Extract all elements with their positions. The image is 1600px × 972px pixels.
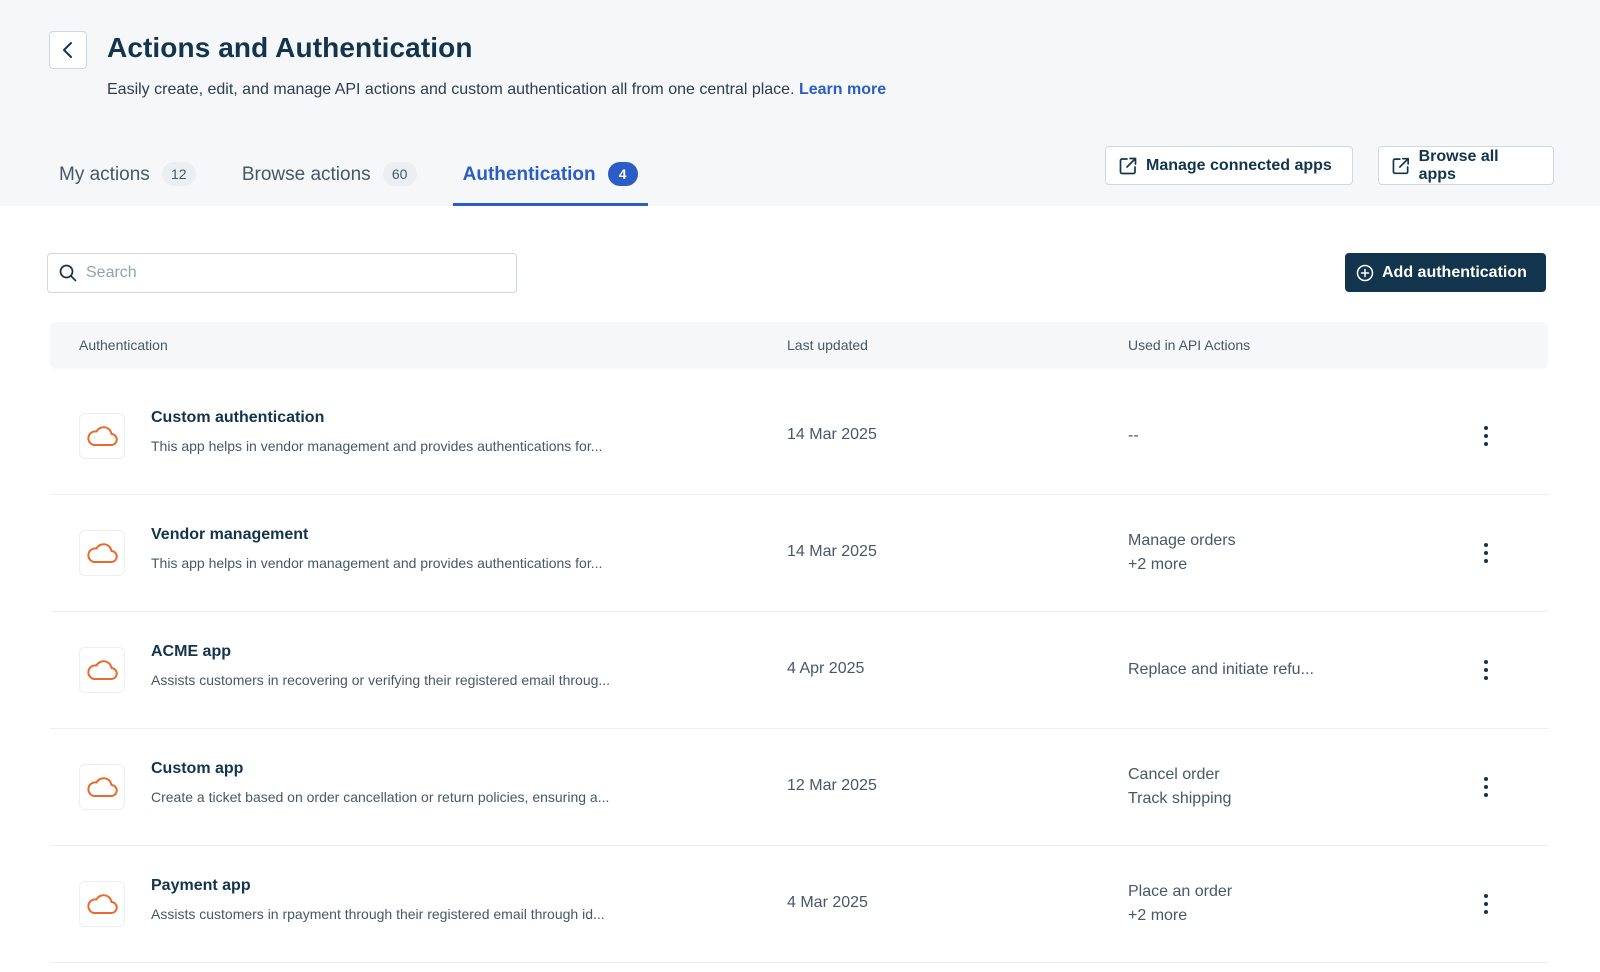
used-action: Replace and initiate refu... [1128,661,1314,678]
last-updated: 4 Mar 2025 [787,894,868,911]
tab-authentication[interactable]: Authentication 4 [452,150,648,206]
table-row[interactable]: ACME app Assists customers in recovering… [50,612,1548,729]
table-row[interactable]: Custom app Create a ticket based on orde… [50,729,1548,846]
external-link-icon [1119,157,1137,174]
tab-browse-actions[interactable]: Browse actions 60 [232,150,427,206]
table-row[interactable]: Payment app Assists customers in rpaymen… [50,846,1548,963]
page-subtitle: Easily create, edit, and manage API acti… [107,81,886,99]
auth-description: This app helps in vendor management and … [151,555,603,571]
column-header-last-updated: Last updated [787,337,868,353]
used-in-actions: -- [1128,424,1139,448]
column-header-authentication: Authentication [79,337,168,353]
page-header: Actions and Authentication Easily create… [0,0,1600,206]
more-actions-link[interactable]: +2 more [1128,553,1236,577]
more-options-icon[interactable] [1474,422,1498,450]
tab-label: My actions [59,164,150,185]
subtitle-text: Easily create, edit, and manage API acti… [107,81,795,98]
search-input[interactable] [86,264,506,282]
column-header-used-in: Used in API Actions [1128,337,1251,353]
tab-label: Browse actions [241,164,371,185]
plus-circle-icon [1356,264,1374,281]
app-icon-box [79,413,125,459]
used-in-actions: Replace and initiate refu... [1128,658,1314,682]
cloud-icon [87,894,118,914]
auth-description: This app helps in vendor management and … [151,438,603,454]
external-link-icon [1392,157,1409,174]
button-label: Manage connected apps [1146,156,1332,174]
tab-label: Authentication [462,164,596,185]
used-action: Place an order [1128,883,1233,900]
auth-description: Assists customers in rpayment through th… [151,906,605,922]
add-authentication-button[interactable]: Add authentication [1345,253,1546,292]
manage-connected-apps-button[interactable]: Manage connected apps [1105,146,1353,185]
tab-bar: My actions 12 Browse actions 60 Authenti… [49,150,674,206]
cloud-icon [87,777,118,797]
more-options-icon[interactable] [1474,656,1498,684]
last-updated: 4 Apr 2025 [787,660,865,677]
page-title: Actions and Authentication [107,32,473,63]
back-button[interactable] [49,31,87,69]
last-updated: 12 Mar 2025 [787,777,877,794]
table-row[interactable]: Custom authentication This app helps in … [50,378,1548,495]
used-in-actions: Manage orders +2 more [1128,529,1236,577]
tab-count-badge: 60 [382,162,417,186]
last-updated: 14 Mar 2025 [787,426,877,443]
last-updated: 14 Mar 2025 [787,543,877,560]
button-label: Browse all apps [1418,147,1499,183]
used-action: Cancel order [1128,766,1220,783]
used-action: -- [1128,427,1139,444]
tab-my-actions[interactable]: My actions 12 [49,150,206,206]
cloud-icon [87,426,118,446]
auth-name[interactable]: ACME app [151,643,231,661]
app-icon-box [79,881,125,927]
chevron-left-icon [63,42,72,58]
table-row[interactable]: Vendor management This app helps in vend… [50,495,1548,612]
auth-name[interactable]: Vendor management [151,526,308,544]
auth-name[interactable]: Custom app [151,760,243,778]
tab-count-badge: 4 [607,162,638,186]
cloud-icon [87,660,118,680]
more-actions-link[interactable]: +2 more [1128,904,1232,928]
used-in-actions: Cancel order Track shipping [1128,763,1231,811]
search-icon [59,264,77,282]
auth-description: Create a ticket based on order cancellat… [151,789,610,805]
app-icon-box [79,647,125,693]
used-in-actions: Place an order +2 more [1128,880,1232,928]
table-header: Authentication Last updated Used in API … [50,322,1548,369]
used-action: Manage orders [1128,532,1236,549]
app-icon-box [79,530,125,576]
search-box [47,253,517,293]
browse-all-apps-button[interactable]: Browse all apps [1378,146,1554,185]
learn-more-link[interactable]: Learn more [799,81,886,98]
auth-name[interactable]: Payment app [151,877,251,895]
tab-count-badge: 12 [161,162,196,186]
app-icon-box [79,764,125,810]
button-label: Add authentication [1382,263,1527,281]
more-options-icon[interactable] [1474,773,1498,801]
more-options-icon[interactable] [1474,890,1498,918]
auth-name[interactable]: Custom authentication [151,409,324,427]
cloud-icon [87,543,118,563]
more-options-icon[interactable] [1474,539,1498,567]
auth-description: Assists customers in recovering or verif… [151,672,611,688]
used-action: Track shipping [1128,790,1232,807]
